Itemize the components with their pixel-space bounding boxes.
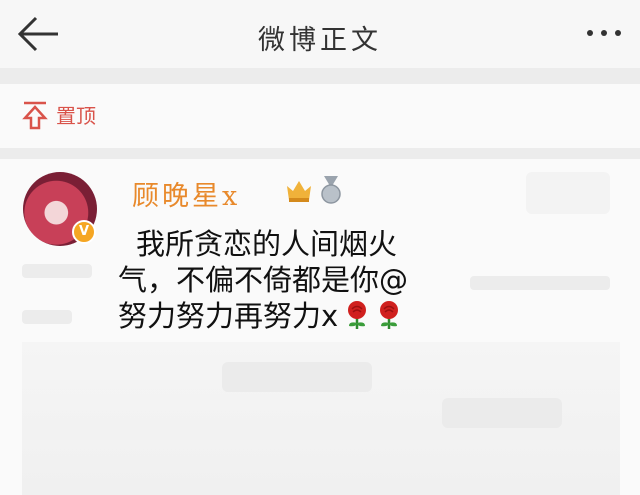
post-text-line: 我所贪恋的人间烟火: [136, 227, 398, 261]
rose-emoji: [380, 301, 399, 329]
rose-emoji: [348, 301, 367, 329]
blurred-region: [442, 398, 562, 428]
post-media[interactable]: [22, 342, 620, 495]
divider: [0, 68, 640, 84]
top-bar: 微博正文: [0, 0, 640, 68]
divider: [0, 149, 640, 159]
pinned-bar: [0, 84, 640, 149]
post-text: 我所贪恋的人间烟火 气，不偏不倚都是你@ 努力努力再努力x: [118, 226, 458, 334]
post-text-line: 努力努力再努力x: [118, 298, 458, 334]
username[interactable]: 顾晚星x: [132, 174, 240, 213]
medal-icon: [321, 176, 341, 204]
blurred-text: [22, 264, 92, 278]
blurred-text: [22, 310, 72, 324]
follow-button-placeholder: [526, 172, 610, 214]
pin-label: 置顶: [56, 104, 96, 128]
blurred-region: [222, 362, 372, 392]
blurred-text: [470, 276, 610, 290]
post-text-line: 气，不偏不倚都是你@: [118, 263, 409, 297]
verified-badge-icon: [72, 220, 96, 244]
page-title: 微博正文: [258, 25, 382, 56]
more-icon[interactable]: [582, 18, 626, 48]
pin-icon: [22, 101, 48, 130]
crown-badge-icon: [287, 181, 311, 202]
